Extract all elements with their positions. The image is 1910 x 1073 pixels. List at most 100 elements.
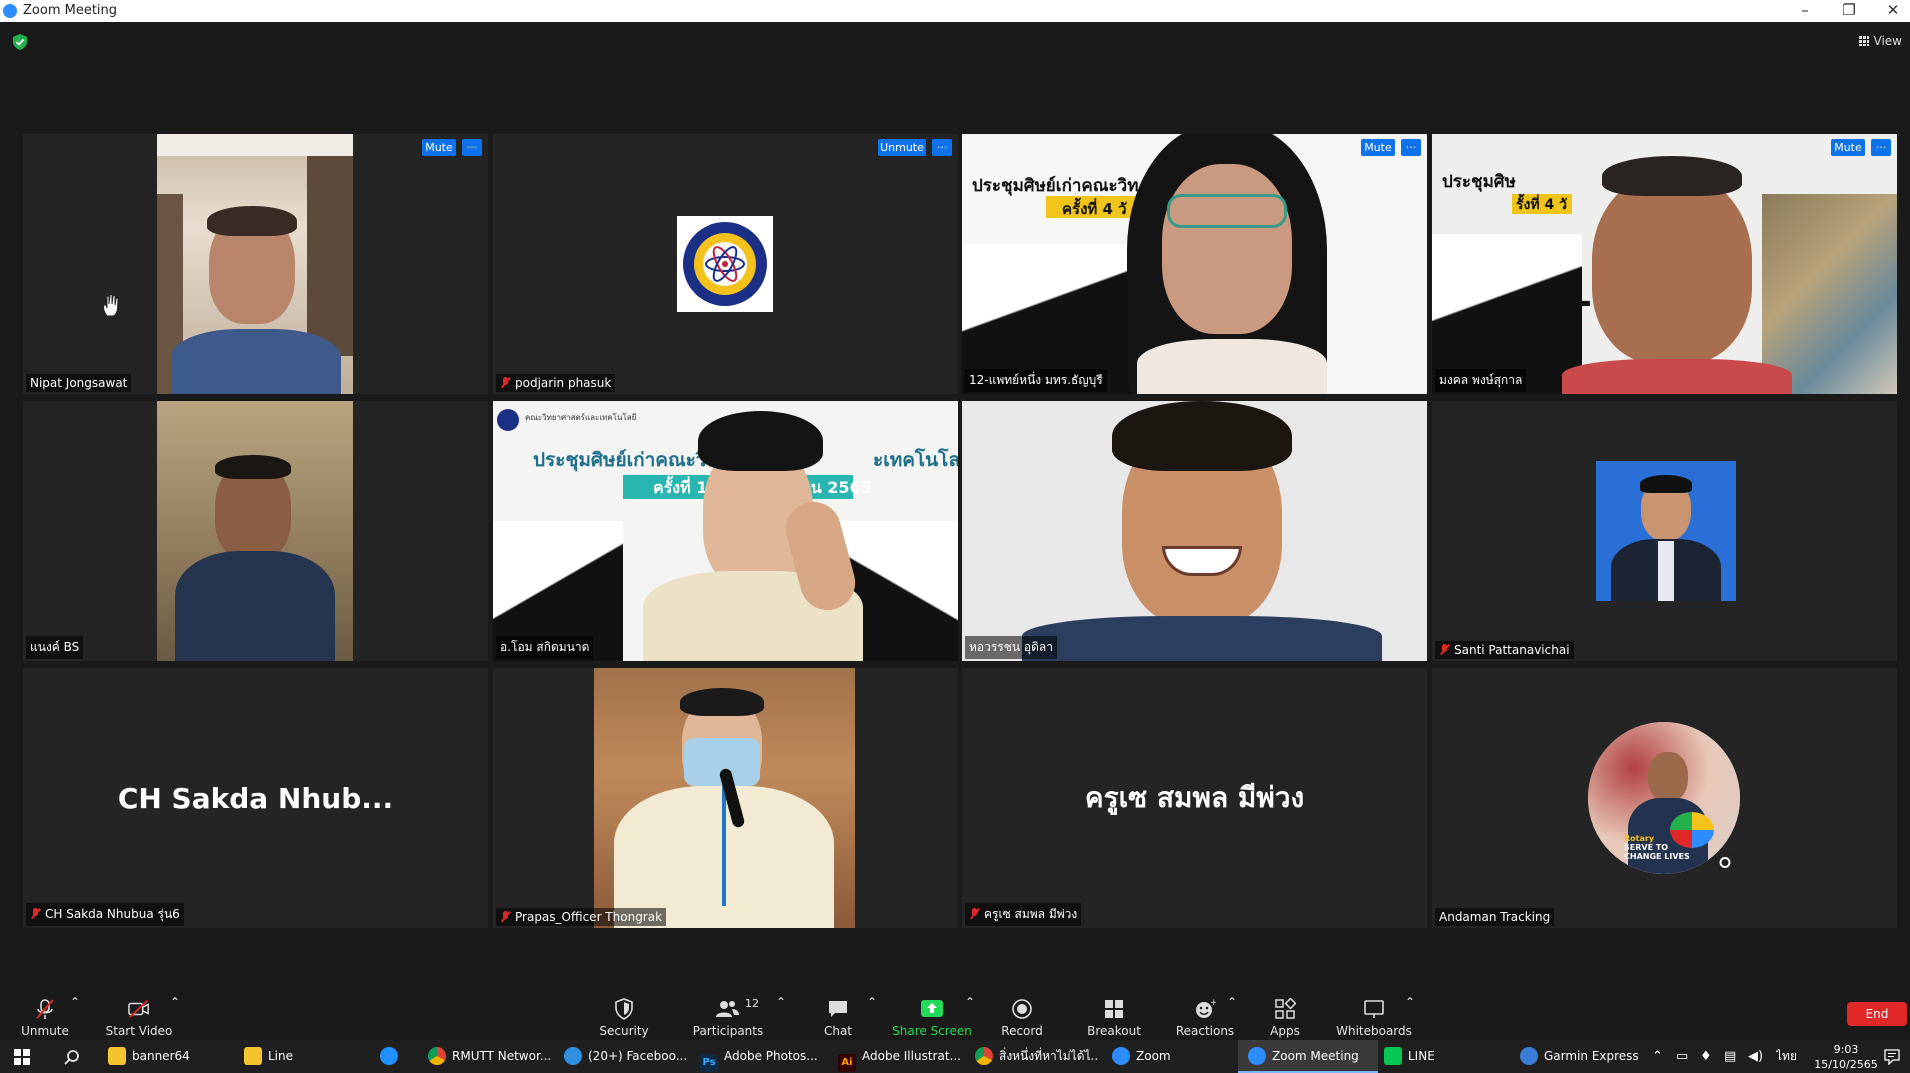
participant-name: Prapas_Officer Thongrak: [496, 908, 667, 926]
more-options-button[interactable]: ···: [1401, 139, 1421, 156]
banner-text: ประชุมศิษ: [1442, 172, 1516, 192]
mute-button[interactable]: Mute: [1831, 139, 1865, 156]
taskbar-item-edge[interactable]: [380, 1040, 410, 1073]
notifications-icon[interactable]: [1884, 1049, 1900, 1065]
taskbar-item-label: Adobe Illustrat...: [862, 1049, 960, 1063]
taskbar-item-banner64[interactable]: banner64: [108, 1040, 238, 1073]
restore-button[interactable]: ❐: [1834, 1, 1864, 19]
participants-options-caret[interactable]: ⌃: [766, 995, 796, 1040]
participants-count: 12: [745, 997, 759, 1010]
video-tile[interactable]: Rotary SERVE TO CHANGE LIVES Andaman Tra…: [1432, 668, 1897, 928]
video-tile[interactable]: Mute ··· Nipat Jongsawat: [23, 134, 488, 394]
video-tile[interactable]: ครูเซ สมพล มีพ่วง ครูเซ สมพล มีพ่วง: [962, 668, 1427, 928]
security-label: Security: [599, 1024, 649, 1038]
line-app-icon: [1384, 1047, 1402, 1065]
video-options-caret[interactable]: ⌃: [160, 995, 190, 1040]
taskbar-item-line-folder[interactable]: Line: [244, 1040, 354, 1073]
breakout-rooms-icon: [1105, 1000, 1123, 1018]
more-options-button[interactable]: ···: [462, 139, 482, 156]
taskbar-item-chrome[interactable]: RMUTT Networ...: [428, 1040, 550, 1073]
windows-taskbar: banner64 Line RMUTT Networ... (20+) Face…: [0, 1040, 1910, 1073]
microphone-icon[interactable]: ♦: [1700, 1040, 1720, 1073]
participant-name-text: Andaman Tracking: [1439, 910, 1551, 924]
taskbar-item-line-app[interactable]: LINE: [1384, 1040, 1484, 1073]
audio-options-caret[interactable]: ⌃: [60, 995, 90, 1040]
mic-muted-icon: [1439, 644, 1450, 655]
close-button[interactable]: ✕: [1878, 1, 1908, 19]
badge-text: Rotary: [1624, 834, 1655, 843]
participant-name: แนงค์ BS: [26, 636, 84, 659]
participants-icon: [716, 1001, 739, 1017]
video-tile[interactable]: คณะวิทยาศาสตร์และเทคโนโลยี ประชุมศิษย์เก…: [493, 401, 958, 661]
participant-name-text: อ.โอม สกิดมนาด: [500, 640, 590, 654]
tray-garmin-express[interactable]: Garmin Express: [1520, 1040, 1640, 1073]
share-screen-icon: [921, 1000, 943, 1017]
edge-icon: [380, 1047, 398, 1065]
mute-button[interactable]: Mute: [422, 139, 456, 156]
participant-name-text: ครูเซ สมพล มีพ่วง: [984, 907, 1078, 921]
record-button[interactable]: Record: [977, 995, 1067, 1040]
search-icon[interactable]: [64, 1049, 80, 1065]
video-tile[interactable]: แนงค์ BS: [23, 401, 488, 661]
video-tile[interactable]: Santi Pattanavichai: [1432, 401, 1897, 661]
network-icon[interactable]: ▤: [1724, 1040, 1744, 1073]
view-label: View: [1873, 34, 1902, 48]
taskbar-item-label: Zoom: [1136, 1049, 1171, 1063]
participant-video: คณะวิทยาศาสตร์และเทคโนโลยี ประชุมศิษย์เก…: [493, 401, 958, 661]
chat-options-caret[interactable]: ⌃: [857, 995, 887, 1040]
system-clock[interactable]: 9:03 15/10/2565: [1806, 1042, 1886, 1072]
video-tile[interactable]: Prapas_Officer Thongrak: [493, 668, 958, 928]
volume-icon[interactable]: ◀): [1748, 1040, 1768, 1073]
end-meeting-button[interactable]: End: [1847, 1002, 1907, 1026]
taskbar-item-illustrator[interactable]: Ai Adobe Illustrat...: [838, 1040, 960, 1073]
camera-icon: [1714, 852, 1736, 870]
unmute-button[interactable]: Unmute: [878, 139, 926, 156]
video-tile[interactable]: CH Sakda Nhub... CH Sakda Nhubua รุ่น6: [23, 668, 488, 928]
breakout-rooms-button[interactable]: Breakout Rooms: [1068, 995, 1160, 1052]
avatar: [677, 216, 773, 312]
zoom-icon: [1248, 1047, 1266, 1065]
taskbar-item-zoom[interactable]: Zoom: [1112, 1040, 1234, 1073]
battery-icon[interactable]: ▭: [1676, 1040, 1696, 1073]
banner-text: ประชุมศิษย์เก่าคณะวิท: [972, 176, 1139, 196]
video-tile[interactable]: ประชุมศิษย์เก่าคณะวิท ครั้งที่ 4 วั ALU …: [962, 134, 1427, 394]
grid-icon: [1858, 36, 1869, 46]
participant-name-text: Santi Pattanavichai: [1454, 643, 1570, 657]
taskbar-item-facebook[interactable]: (20+) Faceboo...: [564, 1040, 686, 1073]
faculty-logo-icon: [683, 222, 767, 306]
participant-name: มงคล พงษ์สุกาล: [1435, 369, 1527, 392]
taskbar-item-label: Adobe Photos...: [724, 1049, 818, 1063]
security-button[interactable]: Security: [579, 995, 669, 1040]
participant-name-text: Prapas_Officer Thongrak: [515, 910, 663, 924]
chrome-icon: [975, 1047, 993, 1065]
record-label: Record: [1001, 1024, 1043, 1038]
participant-name-text: CH Sakda Nhubua รุ่น6: [45, 907, 180, 921]
taskbar-item-chrome-2[interactable]: สิ่งหนึ่งที่หาไม่ได้ไ...: [975, 1040, 1097, 1073]
apps-button[interactable]: Apps: [1240, 995, 1330, 1040]
tray-overflow-icon[interactable]: ⌃: [1652, 1040, 1668, 1073]
taskbar-item-zoom-meeting[interactable]: Zoom Meeting: [1238, 1040, 1378, 1073]
windows-start-icon[interactable]: [14, 1049, 30, 1065]
mic-muted-icon: [30, 908, 41, 919]
participants-button[interactable]: 12 Participants: [683, 995, 773, 1040]
mute-button[interactable]: Mute: [1361, 139, 1395, 156]
whiteboards-options-caret[interactable]: ⌃: [1395, 995, 1425, 1040]
taskbar-item-photoshop[interactable]: Ps Adobe Photos...: [700, 1040, 822, 1073]
more-options-button[interactable]: ···: [932, 139, 952, 156]
chrome-icon: [428, 1047, 446, 1065]
video-tile[interactable]: Unmute ··· podjarin phasuk: [493, 134, 958, 394]
apps-label: Apps: [1270, 1024, 1300, 1038]
input-language[interactable]: ไทย: [1776, 1040, 1802, 1073]
mic-muted-icon: [969, 908, 980, 919]
shield-icon[interactable]: [13, 34, 27, 50]
view-button[interactable]: View: [1858, 34, 1902, 48]
video-tile[interactable]: ประชุมศิษ รั้งที่ 4 วั ALU Mute ··· มงคล…: [1432, 134, 1897, 394]
clock-time: 9:03: [1833, 1043, 1859, 1056]
minimize-button[interactable]: –: [1790, 1, 1820, 19]
participant-video: [157, 134, 353, 394]
illustrator-icon: Ai: [838, 1054, 856, 1072]
participant-video: [157, 401, 353, 661]
participant-name-text: 12-แพทย์หนึ่ง มทร.ธัญบุรี: [969, 373, 1103, 387]
more-options-button[interactable]: ···: [1871, 139, 1891, 156]
video-tile[interactable]: หอวรรชน อุดิลา: [962, 401, 1427, 661]
